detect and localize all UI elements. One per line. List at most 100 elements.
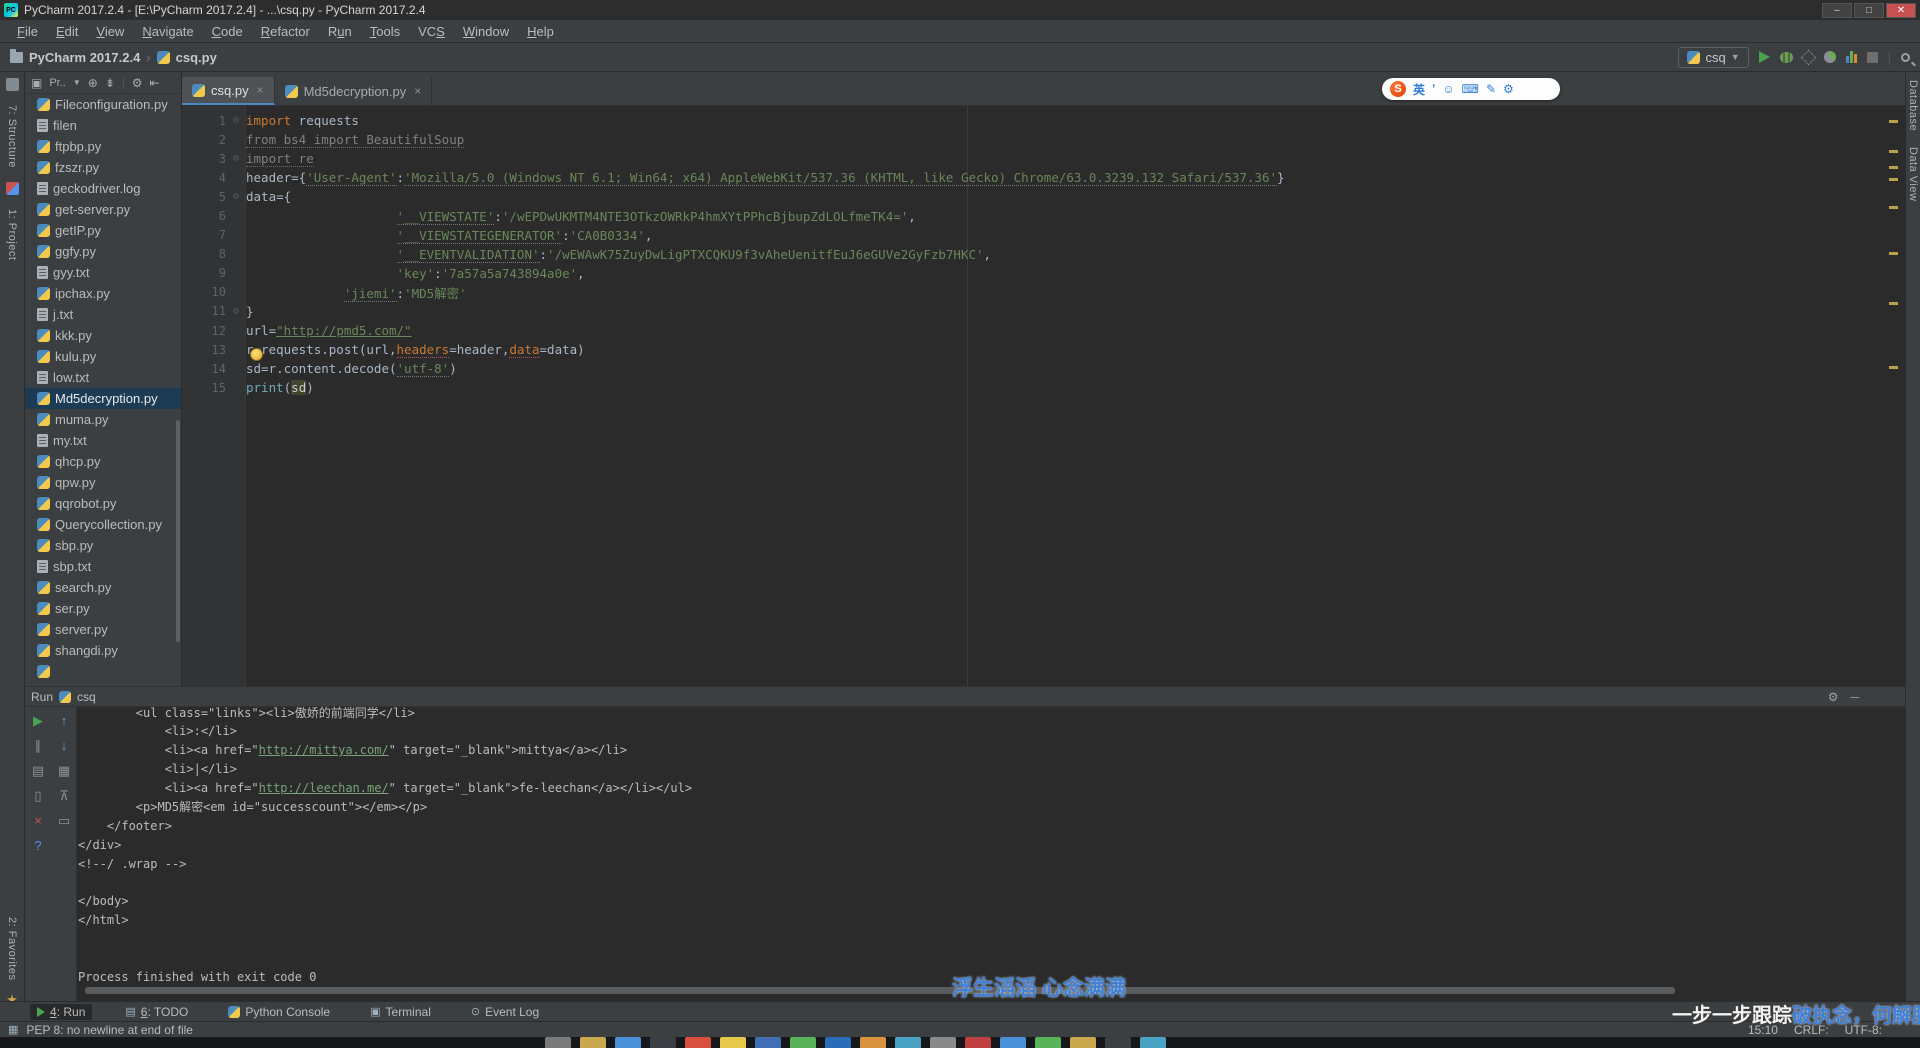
project-file-qpw.py[interactable]: qpw.py (25, 472, 181, 493)
fold-marker-icon[interactable]: ⊝ (226, 115, 246, 126)
taskbar-app-icon[interactable] (930, 1037, 956, 1048)
project-file-Querycollection.py[interactable]: Querycollection.py (25, 514, 181, 535)
project-file-partial[interactable] (25, 661, 181, 682)
close-icon[interactable]: × (34, 813, 42, 829)
pause-icon[interactable]: ∥ (35, 738, 42, 754)
console-link[interactable]: http://leechan.me/ (259, 781, 389, 795)
minimize-button[interactable]: – (1822, 2, 1852, 18)
gear-icon[interactable]: ⚙ (132, 76, 143, 90)
warning-mark[interactable] (1889, 166, 1898, 169)
menu-navigate[interactable]: Navigate (133, 22, 202, 41)
clear-icon[interactable]: ▭ (58, 813, 70, 829)
ime-tool-icon[interactable]: ’ (1432, 82, 1435, 96)
editor-tab-Md5decryption.py[interactable]: Md5decryption.py × (274, 77, 433, 105)
run-button[interactable] (1758, 51, 1770, 63)
error-stripe[interactable] (1889, 106, 1899, 686)
editor-line-12[interactable]: 12 url="http://pmd5.com/" (182, 321, 1905, 340)
locate-icon[interactable]: ⊕ (88, 76, 98, 90)
taskbar-app-icon[interactable] (685, 1037, 711, 1048)
menu-window[interactable]: Window (454, 22, 518, 41)
taskbar-app-icon[interactable] (895, 1037, 921, 1048)
fold-marker-icon[interactable]: ⊝ (226, 153, 246, 164)
close-button[interactable]: ✕ (1886, 2, 1916, 18)
warning-mark[interactable] (1889, 206, 1898, 209)
toolwindow-button-4-run[interactable]: 4: Run (30, 1003, 93, 1020)
editor-line-15[interactable]: 15 print(sd) (182, 378, 1905, 397)
project-file-ser.py[interactable]: ser.py (25, 598, 181, 619)
project-file-ggfy.py[interactable]: ggfy.py (25, 241, 181, 262)
console-h-scrollbar[interactable] (85, 987, 1675, 994)
menu-tools[interactable]: Tools (361, 22, 409, 41)
warning-mark[interactable] (1889, 178, 1898, 181)
project-file-sbp.py[interactable]: sbp.py (25, 535, 181, 556)
editor-line-6[interactable]: 6 '__VIEWSTATE':'/wEPDwUKMTM4NTE3OTkzOWR… (182, 206, 1905, 225)
tool-button-project[interactable]: 1: Project (6, 201, 18, 268)
stripe-icon[interactable] (5, 78, 19, 91)
project-file-gyy.txt[interactable]: gyy.txt (25, 262, 181, 283)
taskbar-app-icon[interactable] (1070, 1037, 1096, 1048)
project-file-getIP.py[interactable]: getIP.py (25, 220, 181, 241)
project-file-geckodriver.log[interactable]: geckodriver.log (25, 178, 181, 199)
project-file-get-server.py[interactable]: get-server.py (25, 199, 181, 220)
project-file-muma.py[interactable]: muma.py (25, 409, 181, 430)
project-file-j.txt[interactable]: j.txt (25, 304, 181, 325)
editor-line-10[interactable]: 10 'jiemi':'MD5解密' (182, 283, 1905, 302)
taskbar-app-icon[interactable] (1105, 1037, 1131, 1048)
scroll-to-end-icon[interactable]: ⊼ (59, 788, 69, 804)
toolwindow-button-terminal[interactable]: ▣ Terminal (363, 1004, 438, 1020)
debug-button[interactable] (1779, 51, 1793, 63)
project-view-combo[interactable]: Pr.. (49, 77, 66, 89)
menu-run[interactable]: Run (319, 22, 361, 41)
project-file-qqrobot.py[interactable]: qqrobot.py (25, 493, 181, 514)
project-file-sbp.txt[interactable]: sbp.txt (25, 556, 181, 577)
project-file-kkk.py[interactable]: kkk.py (25, 325, 181, 346)
fold-marker-icon[interactable]: ⊝ (226, 191, 246, 202)
breadcrumb[interactable]: PyCharm 2017.2.4 › csq.py (10, 48, 217, 65)
hide-icon[interactable]: ─ (1850, 690, 1859, 704)
breadcrumb-item[interactable]: PyCharm 2017.2.4 (29, 50, 140, 65)
ime-tool-icon[interactable]: ⚙ (1503, 82, 1514, 96)
maximize-button[interactable]: □ (1854, 2, 1884, 18)
profiler-button[interactable] (1823, 51, 1836, 63)
menu-file[interactable]: File (8, 22, 47, 41)
editor-line-2[interactable]: 2 from bs4 import BeautifulSoup (182, 130, 1905, 149)
warning-mark[interactable] (1889, 302, 1898, 305)
menu-help[interactable]: Help (518, 22, 563, 41)
run-console[interactable]: <ul class="links"><li>傲娇的前端同学</li> <li>:… (78, 703, 1878, 984)
warning-mark[interactable] (1889, 366, 1898, 369)
project-file-fzszr.py[interactable]: fzszr.py (25, 157, 181, 178)
editor-line-11[interactable]: 11 ⊝} (182, 302, 1905, 321)
tool-button-data-view[interactable]: Data View (1907, 139, 1919, 209)
tool-button-favorites[interactable]: 2: Favorites (6, 909, 18, 988)
tab-close-icon[interactable]: × (414, 84, 421, 98)
down-stack-trace-icon[interactable]: ↓ (61, 738, 68, 754)
taskbar-app-icon[interactable] (860, 1037, 886, 1048)
breadcrumb-item[interactable]: csq.py (176, 50, 217, 65)
intention-bulb-icon[interactable] (250, 348, 263, 361)
editor-line-3[interactable]: 3 ⊝ import re (182, 149, 1905, 168)
taskbar-app-icon[interactable] (965, 1037, 991, 1048)
project-file-my.txt[interactable]: my.txt (25, 430, 181, 451)
rerun-icon[interactable]: ▶ (33, 713, 43, 729)
print-icon[interactable]: ▯ (34, 788, 41, 804)
hierarchy-icon[interactable] (5, 181, 19, 195)
search-everywhere-icon[interactable] (1901, 52, 1910, 62)
concurrency-diagram-button[interactable] (1845, 51, 1857, 63)
console-link[interactable]: http://mittya.com/ (259, 743, 389, 757)
soft-wrap-icon[interactable]: ▤ (32, 763, 44, 779)
taskbar-app-icon[interactable] (1000, 1037, 1026, 1048)
project-file-search.py[interactable]: search.py (25, 577, 181, 598)
taskbar-app-icon[interactable] (755, 1037, 781, 1048)
code-editor[interactable]: 1 ⊝ import requests 2 from bs4 import Beauti… (182, 106, 1905, 686)
warning-mark[interactable] (1889, 150, 1898, 153)
menu-vcs[interactable]: VCS (409, 22, 454, 41)
project-file-low.txt[interactable]: low.txt (25, 367, 181, 388)
editor-line-4[interactable]: 4 header={'User-Agent':'Mozilla/5.0 (Wind… (182, 168, 1905, 187)
taskbar-app-icon[interactable] (720, 1037, 746, 1048)
up-stack-trace-icon[interactable]: ↑ (61, 713, 68, 729)
project-file-Md5decryption.py[interactable]: Md5decryption.py (25, 388, 181, 409)
sogou-ime-bar[interactable]: S 英 ’ ☺ ⌨ ✎ ⚙ (1382, 78, 1560, 100)
tool-button-database[interactable]: Database (1907, 72, 1919, 139)
editor-line-13[interactable]: 13 r=requests.post(url,headers=header,dat… (182, 340, 1905, 359)
taskbar-app-icon[interactable] (580, 1037, 606, 1048)
